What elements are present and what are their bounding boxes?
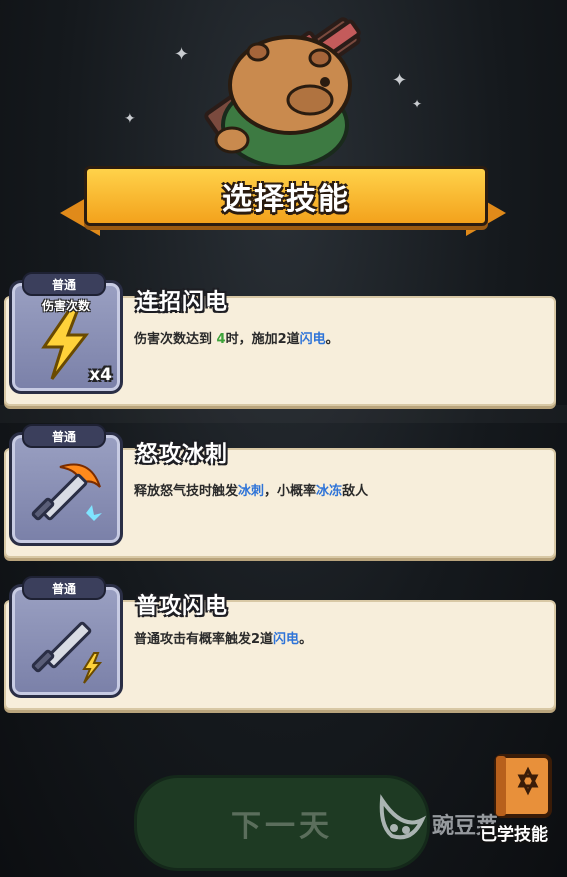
skill-icon-frame[interactable]: 伤害次数 x4 (9, 280, 123, 394)
sparkle-icon: ✦ (174, 44, 190, 65)
skill-icon-frame[interactable] (9, 584, 123, 698)
tier-badge: 普通 (22, 272, 106, 296)
sparkle-icon: ✦ (412, 97, 423, 111)
sparkle-icon: ✦ (392, 70, 408, 91)
capybara-mascot-icon (204, 17, 361, 169)
sparkle-icon: ✦ (124, 111, 136, 127)
next-day-label: 下一天 (231, 809, 333, 844)
skill-description: 伤害次数达到 4时，施加2道闪电。 (134, 332, 339, 347)
learned-skills-label[interactable]: 已学技能 (480, 820, 548, 845)
skill-name: 连招闪电 (136, 290, 229, 315)
background-row (0, 405, 567, 423)
tier-badge: 普通 (22, 576, 106, 600)
skill-name: 怒攻冰刺 (136, 442, 229, 467)
title-banner: 选择技能 (84, 166, 488, 226)
skill-description: 释放怒气技时触发冰刺，小概率冰冻敌人 (134, 484, 369, 499)
skill-description: 普通攻击有概率触发2道闪电。 (134, 632, 313, 647)
tier-badge: 普通 (22, 424, 106, 448)
sword-lightning-icon (31, 621, 103, 684)
skill-multiplier: x4 (89, 365, 112, 385)
skill-book-icon[interactable] (492, 752, 554, 820)
flaming-sword-icon (31, 463, 102, 521)
watermark-logo-icon (379, 794, 427, 840)
skill-icon-caption: 伤害次数 (41, 299, 90, 313)
page-title: 选择技能 (222, 182, 350, 217)
skill-name: 普攻闪电 (136, 594, 229, 619)
skill-icon-frame[interactable] (9, 432, 123, 546)
